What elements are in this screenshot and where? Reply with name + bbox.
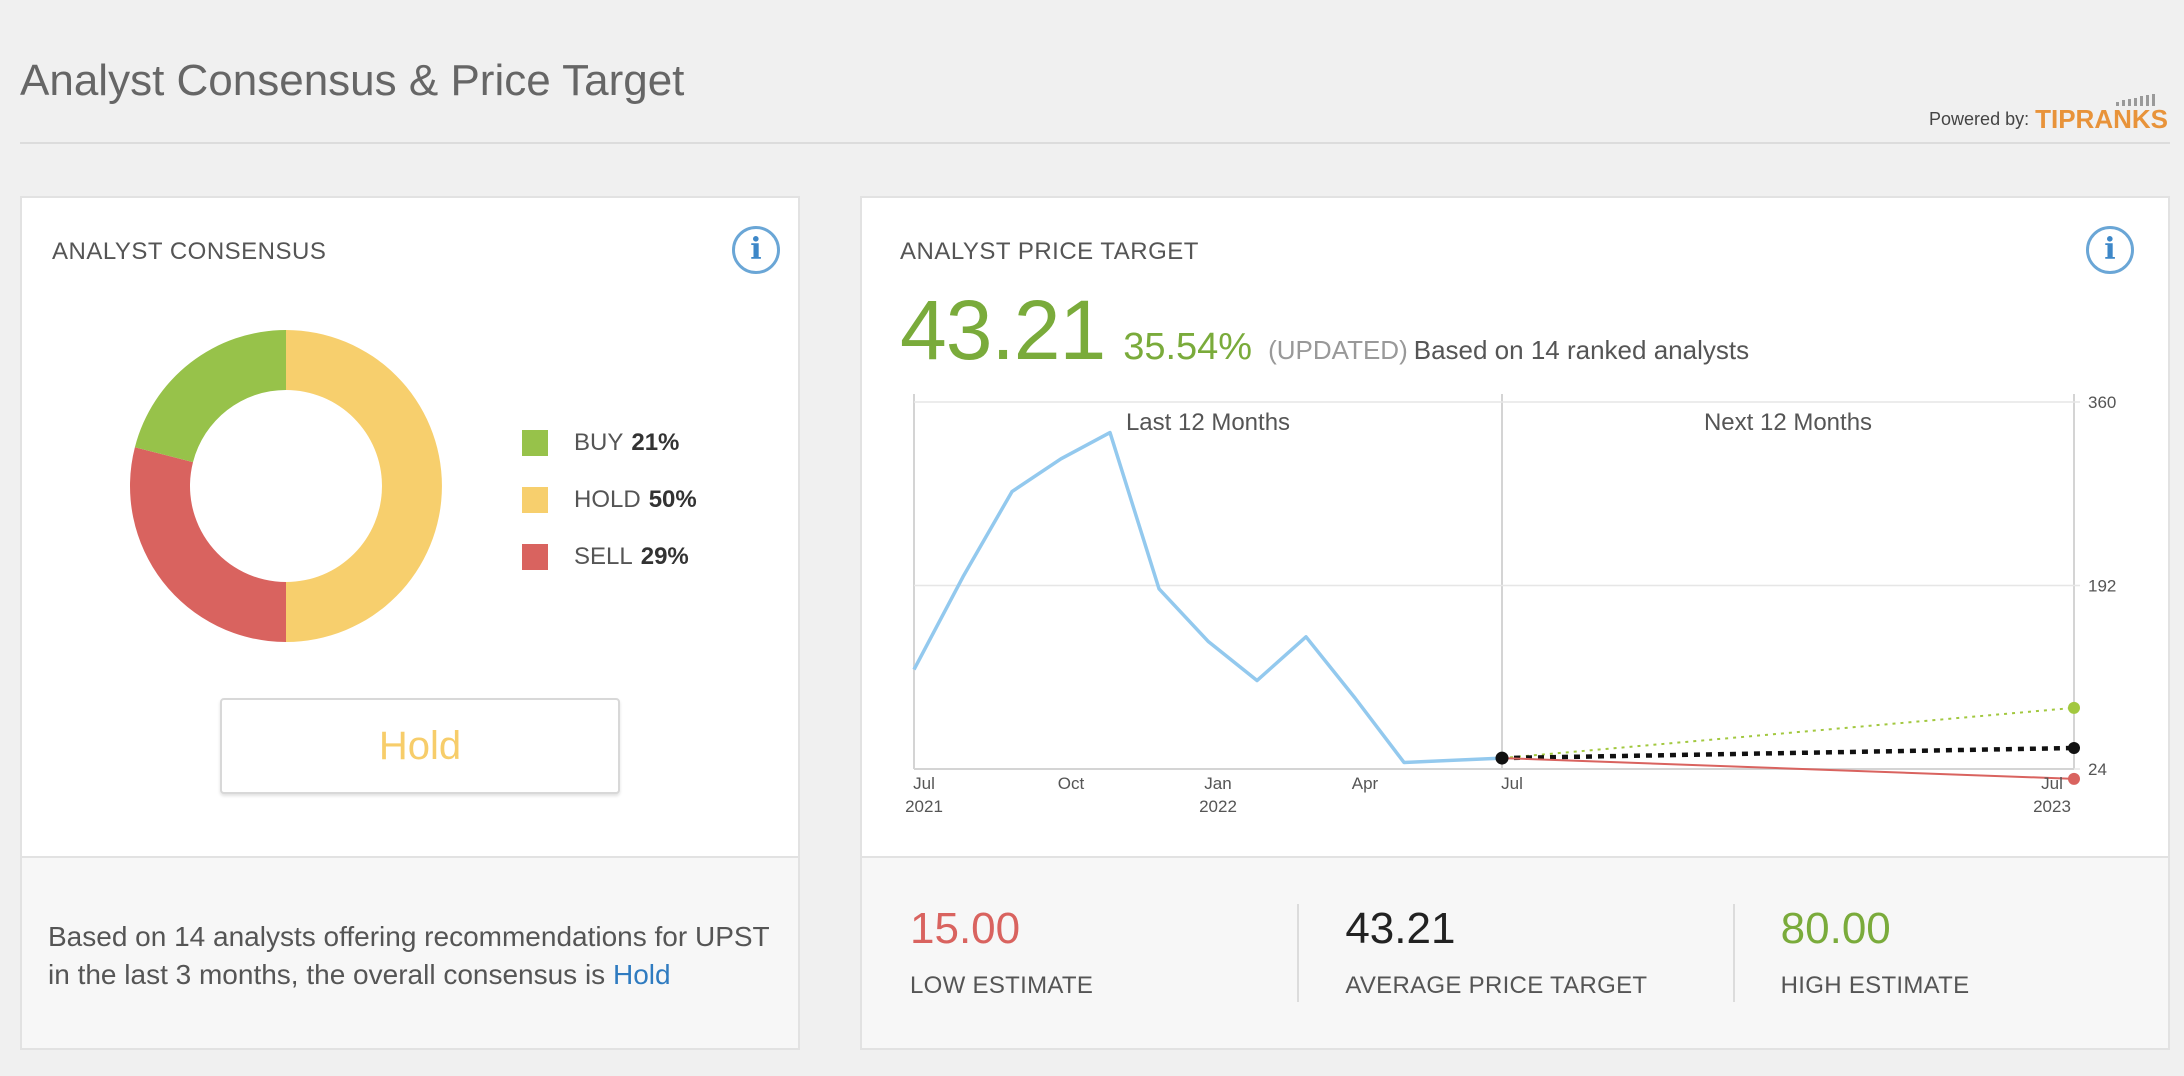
- legend-buy-name: BUY: [574, 428, 624, 456]
- analyst-count-text: Based on 14 ranked analysts: [1413, 335, 1750, 365]
- low-estimate: 15.00 LOW ESTIMATE: [862, 858, 1297, 1048]
- x-tick-year: 2023: [2033, 797, 2071, 816]
- y-tick-label: 192: [2088, 577, 2116, 596]
- buy-swatch: [522, 429, 548, 456]
- consensus-info-icon[interactable]: i: [732, 226, 780, 274]
- x-tick-month: Apr: [1352, 774, 1379, 793]
- legend-hold-name: HOLD: [574, 485, 641, 513]
- projection-low-point[interactable]: [2068, 772, 2080, 785]
- projection-average-point[interactable]: [2068, 742, 2080, 755]
- high-estimate-label: HIGH ESTIMATE: [1780, 972, 1970, 999]
- projection-high-point[interactable]: [2068, 701, 2080, 714]
- analyst-consensus-label: ANALYST CONSENSUS: [52, 238, 327, 265]
- consensus-footer: Based on 14 analysts offering recommenda…: [22, 856, 798, 1048]
- current-price-point[interactable]: [1495, 751, 1509, 765]
- analyst-price-target-card: ANALYST PRICE TARGET i 43.21 35.54% (UPD…: [860, 196, 2170, 1050]
- projection-high-line: [1501, 706, 2075, 760]
- powered-by-label: Powered by:: [1929, 109, 2030, 129]
- consensus-summary: Based on 14 analysts offering recommenda…: [48, 918, 788, 994]
- price-target-value: 43.21: [900, 283, 1106, 377]
- consensus-rating-button[interactable]: Hold: [220, 698, 620, 794]
- consensus-legend: BUY 21% HOLD 50% SELL 29%: [522, 414, 697, 585]
- tipranks-logo[interactable]: TIPRANKS: [2035, 94, 2168, 135]
- period-label: Last 12 Months: [1126, 409, 1290, 436]
- x-tick-month: Jul: [913, 774, 935, 793]
- estimates-row: 15.00 LOW ESTIMATE 43.21 AVERAGE PRICE T…: [862, 858, 2168, 1048]
- price-target-info-icon[interactable]: i: [2086, 226, 2134, 274]
- legend-buy-percent: 21%: [631, 428, 680, 456]
- y-tick-label: 360: [2088, 394, 2116, 412]
- logo-bars-icon: [2116, 94, 2155, 106]
- x-tick-month: Oct: [1058, 774, 1085, 793]
- updated-badge: (UPDATED): [1268, 335, 1408, 365]
- high-estimate-value: 80.00: [1780, 904, 1891, 953]
- analyst-consensus-card: ANALYST CONSENSUS i BUY 21% HOLD 50% SEL…: [20, 196, 800, 1050]
- x-tick-year: 2021: [905, 797, 943, 816]
- high-estimate: 80.00 HIGH ESTIMATE: [1732, 858, 2168, 1048]
- average-price-target-value: 43.21: [1345, 904, 1456, 953]
- price-target-change: 35.54%: [1123, 326, 1253, 368]
- donut-slice-buy[interactable]: [134, 330, 286, 463]
- hold-swatch: [522, 486, 548, 513]
- title-divider: [20, 142, 2170, 144]
- x-tick-month: Jan: [1204, 774, 1231, 793]
- low-estimate-label: LOW ESTIMATE: [910, 972, 1094, 999]
- average-price-target: 43.21 AVERAGE PRICE TARGET: [1297, 858, 1732, 1048]
- legend-sell-percent: 29%: [640, 542, 689, 570]
- consensus-hold-link[interactable]: Hold: [613, 959, 671, 990]
- consensus-donut-chart: [129, 330, 442, 642]
- price-target-summary: 43.21 35.54% (UPDATED) Based on 14 ranke…: [900, 282, 1749, 379]
- estimates-footer: 15.00 LOW ESTIMATE 43.21 AVERAGE PRICE T…: [862, 856, 2168, 1048]
- price-history-line: [912, 430, 1503, 765]
- sell-swatch: [522, 543, 548, 570]
- powered-by[interactable]: Powered by: TIPRANKS: [1929, 94, 2168, 135]
- donut-slice-sell[interactable]: [129, 447, 286, 642]
- price-target-chart: Last 12 Months Next 12 Months 360 192 24 Jul 2…: [905, 394, 2116, 816]
- period-label: Next 12 Months: [1704, 409, 1872, 436]
- average-price-target-label: AVERAGE PRICE TARGET: [1345, 972, 1648, 999]
- analyst-price-target-label: ANALYST PRICE TARGET: [900, 238, 1199, 265]
- tipranks-brand-text: TIPRANKS: [2035, 104, 2168, 134]
- x-tick-year: 2022: [1199, 797, 1237, 816]
- low-estimate-value: 15.00: [910, 904, 1021, 953]
- legend-hold-percent: 50%: [648, 485, 697, 513]
- legend-item-sell: SELL 29%: [522, 528, 697, 585]
- donut-slice-hold[interactable]: [286, 330, 442, 642]
- legend-item-hold: HOLD 50%: [522, 471, 697, 528]
- y-tick-label: 24: [2088, 760, 2107, 779]
- page-title: Analyst Consensus & Price Target: [20, 56, 685, 105]
- projection-average-line: [1501, 745, 2075, 761]
- legend-sell-name: SELL: [574, 542, 633, 570]
- x-tick-month: Jul: [2041, 774, 2063, 793]
- x-tick-month: Jul: [1501, 774, 1523, 793]
- legend-item-buy: BUY 21%: [522, 414, 697, 471]
